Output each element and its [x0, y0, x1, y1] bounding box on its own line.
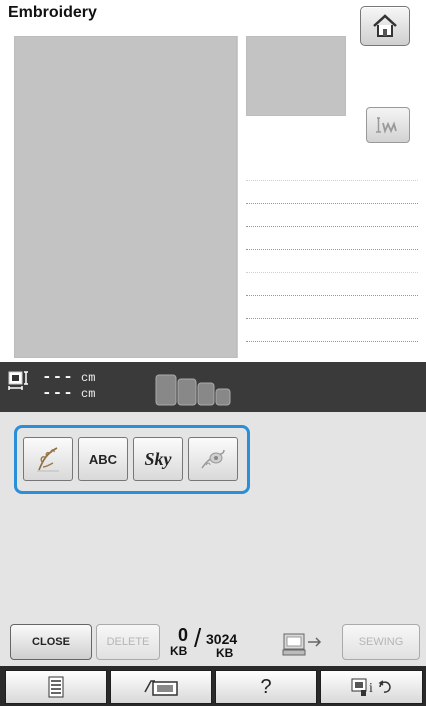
info-row [246, 295, 418, 296]
machine-info-button[interactable]: i [320, 670, 423, 704]
info-row [246, 318, 418, 319]
settings-button[interactable] [5, 670, 107, 704]
info-row [246, 180, 418, 181]
home-button[interactable] [360, 6, 410, 46]
info-row [246, 272, 418, 273]
height-unit: cm [81, 371, 96, 385]
camera-hoop-icon [144, 680, 178, 696]
memory-total-unit: KB [216, 646, 234, 660]
divider [237, 36, 238, 358]
memory-used-unit: KB [170, 644, 188, 658]
abc-label: ABC [88, 451, 118, 467]
info-row [246, 341, 418, 342]
sewing-button[interactable]: SEWING [342, 624, 420, 660]
preview-zoom-button[interactable] [366, 107, 410, 143]
help-icon: ? [260, 675, 272, 698]
close-button[interactable]: CLOSE [10, 624, 92, 660]
stitch-preview-icon [376, 117, 397, 134]
pattern-size-icon [8, 371, 28, 390]
memory-separator: / [194, 623, 202, 653]
thumbnail-preview [246, 36, 346, 116]
category-selector: ABC Sky [14, 425, 250, 494]
memory-total: 3024 [206, 631, 238, 647]
width-unit: cm [81, 387, 96, 401]
info-row [246, 226, 418, 227]
help-button[interactable]: ? [215, 670, 317, 704]
decorative-alphabet-button[interactable]: Sky [133, 437, 183, 481]
frame-patterns-button[interactable] [188, 437, 238, 481]
sky-label: Sky [144, 448, 172, 469]
memory-indicator: 0 KB / 3024 KB [168, 623, 288, 665]
machine-info-icon: i [351, 678, 391, 696]
hoop-size-icon [155, 374, 231, 406]
settings-sheet-icon [48, 676, 64, 698]
pattern-preview [14, 36, 237, 358]
floral-pattern-icon [37, 447, 59, 472]
memory-used: 0 [178, 625, 189, 645]
info-row [246, 203, 418, 204]
embroidery-patterns-button[interactable] [23, 437, 73, 481]
width-value: --- [42, 384, 74, 402]
home-icon [373, 14, 397, 37]
delete-button[interactable]: DELETE [96, 624, 160, 660]
camera-view-button[interactable] [110, 670, 212, 704]
page-title: Embroidery [8, 4, 97, 21]
info-row [246, 249, 418, 250]
usb-computer-icon [282, 633, 322, 656]
character-patterns-button[interactable]: ABC [78, 437, 128, 481]
ornament-icon [201, 449, 225, 469]
footer-bar: ? i [0, 666, 426, 706]
svg-text:i: i [369, 681, 373, 696]
